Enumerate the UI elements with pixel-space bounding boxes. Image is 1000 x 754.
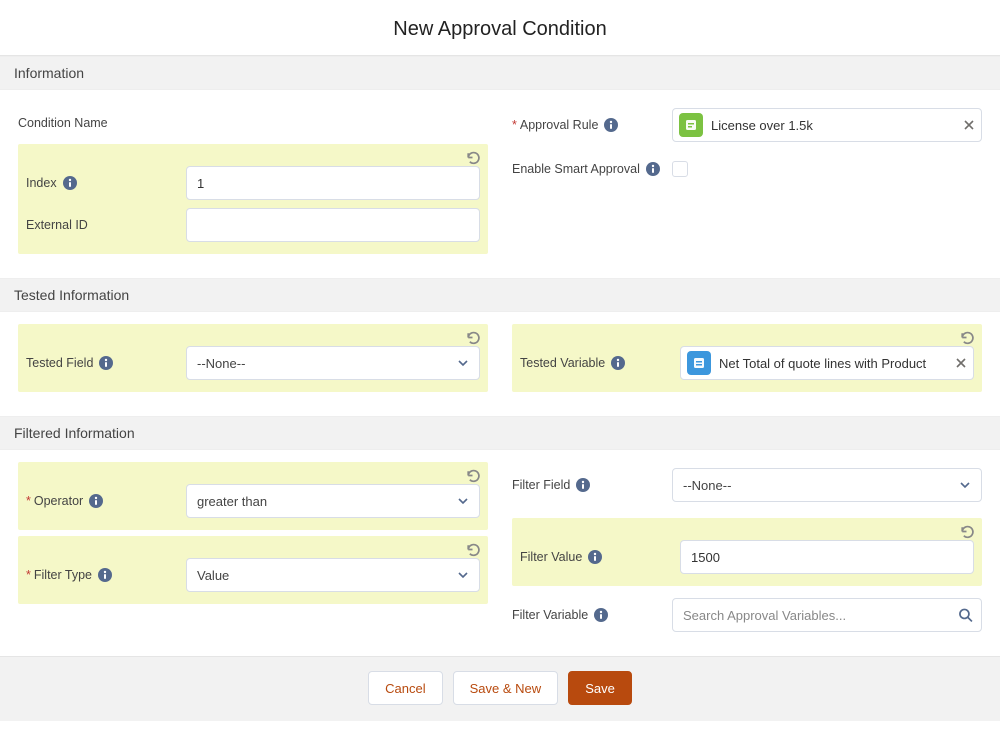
info-icon[interactable] — [576, 478, 590, 492]
chevron-down-icon — [959, 479, 971, 491]
enable-smart-approval-label: Enable Smart Approval — [512, 162, 640, 176]
section-header-information: Information — [0, 56, 1000, 90]
info-icon[interactable] — [588, 550, 602, 564]
search-icon — [958, 608, 973, 623]
external-id-input[interactable] — [186, 208, 480, 242]
chevron-down-icon — [457, 357, 469, 369]
operator-selected: greater than — [197, 494, 457, 509]
variable-icon — [687, 351, 711, 375]
info-icon[interactable] — [99, 356, 113, 370]
info-icon[interactable] — [63, 176, 77, 190]
tested-field-select[interactable]: --None-- — [186, 346, 480, 380]
filter-type-selected: Value — [197, 568, 457, 583]
filter-type-select[interactable]: Value — [186, 558, 480, 592]
filter-field-selected: --None-- — [683, 478, 959, 493]
external-id-label: External ID — [26, 218, 88, 232]
filter-variable-search[interactable] — [672, 598, 982, 632]
save-button[interactable]: Save — [568, 671, 632, 705]
filter-value-label: Filter Value — [520, 550, 582, 564]
condition-name-label: Condition Name — [18, 116, 108, 130]
info-icon[interactable] — [594, 608, 608, 622]
filter-variable-label: Filter Variable — [512, 608, 588, 622]
close-icon[interactable] — [963, 119, 975, 131]
page-title: New Approval Condition — [0, 0, 1000, 56]
rule-icon — [679, 113, 703, 137]
info-icon[interactable] — [89, 494, 103, 508]
index-input[interactable] — [186, 166, 480, 200]
index-label: Index — [26, 176, 57, 190]
filter-variable-input[interactable] — [683, 599, 949, 631]
tested-variable-lookup[interactable]: Net Total of quote lines with Product — [680, 346, 974, 380]
enable-smart-approval-checkbox[interactable] — [672, 161, 688, 177]
tested-variable-label: Tested Variable — [520, 356, 605, 370]
operator-select[interactable]: greater than — [186, 484, 480, 518]
filter-field-select[interactable]: --None-- — [672, 468, 982, 502]
section-header-tested: Tested Information — [0, 278, 1000, 312]
chevron-down-icon — [457, 495, 469, 507]
section-header-filtered: Filtered Information — [0, 416, 1000, 450]
info-icon[interactable] — [611, 356, 625, 370]
filter-value-input[interactable] — [680, 540, 974, 574]
required-marker: * — [512, 118, 517, 132]
info-icon[interactable] — [604, 118, 618, 132]
approval-rule-lookup[interactable]: License over 1.5k — [672, 108, 982, 142]
chevron-down-icon — [457, 569, 469, 581]
tested-field-selected: --None-- — [197, 356, 457, 371]
tested-field-label: Tested Field — [26, 356, 93, 370]
required-marker: * — [26, 494, 31, 508]
required-marker: * — [26, 568, 31, 582]
info-icon[interactable] — [646, 162, 660, 176]
filter-field-label: Filter Field — [512, 478, 570, 492]
save-and-new-button[interactable]: Save & New — [453, 671, 559, 705]
tested-variable-selected: Net Total of quote lines with Product — [719, 356, 947, 371]
approval-rule-selected: License over 1.5k — [711, 118, 955, 133]
approval-rule-label: Approval Rule — [520, 118, 599, 132]
operator-label: Operator — [34, 494, 83, 508]
cancel-button[interactable]: Cancel — [368, 671, 442, 705]
filter-type-label: Filter Type — [34, 568, 92, 582]
footer: Cancel Save & New Save — [0, 656, 1000, 721]
close-icon[interactable] — [955, 357, 967, 369]
info-icon[interactable] — [98, 568, 112, 582]
